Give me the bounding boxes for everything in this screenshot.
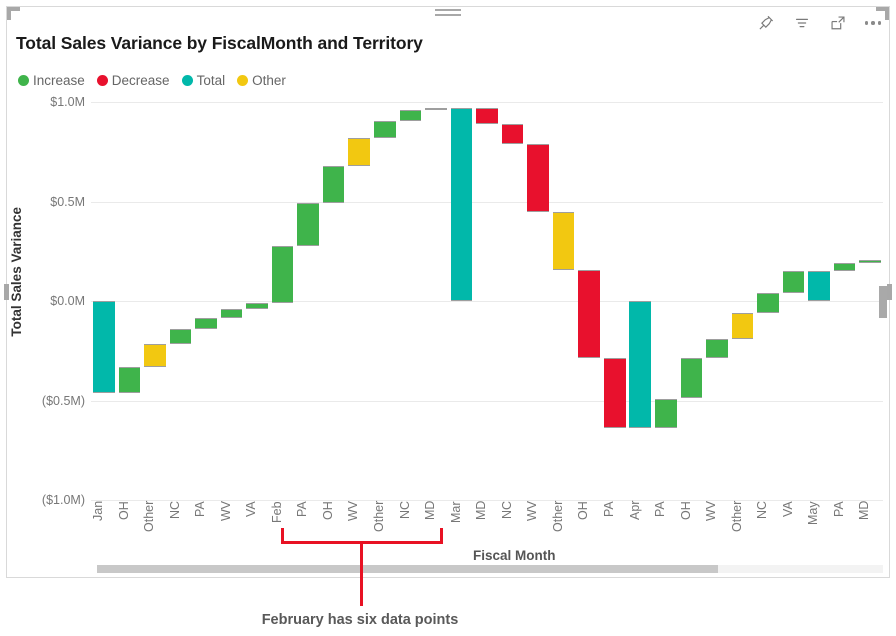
x-axis-tick-label: WV (704, 501, 719, 522)
waterfall-bar[interactable] (501, 123, 524, 144)
waterfall-bar[interactable] (757, 293, 779, 313)
x-axis-title: Fiscal Month (473, 548, 556, 563)
screenshot-root: Total Sales Variance by FiscalMonth and … (0, 0, 896, 636)
x-axis-tick-label: Jan (91, 501, 105, 522)
waterfall-bar[interactable] (808, 271, 830, 301)
horizontal-scrollbar-thumb[interactable] (97, 565, 718, 573)
x-axis-tick-label: OH (576, 501, 591, 520)
y-axis-tick-label: $1.0M (50, 95, 85, 109)
annotation-leader-line (360, 541, 363, 606)
x-axis-tick-label: MD (474, 501, 489, 521)
waterfall-bar[interactable] (348, 137, 371, 166)
x-axis-tick-label: PA (193, 501, 208, 517)
waterfall-bar[interactable] (195, 317, 217, 329)
x-axis-tick-label: Apr (627, 501, 642, 521)
horizontal-scrollbar[interactable] (97, 565, 883, 573)
waterfall-bar[interactable] (399, 109, 422, 121)
waterfall-bar[interactable] (374, 120, 396, 138)
x-axis-tick-label: NC (499, 501, 514, 520)
x-axis-tick-label: May (806, 501, 821, 525)
x-axis-tick-label: OH (678, 501, 693, 520)
waterfall-bar[interactable] (731, 312, 754, 339)
waterfall-bar[interactable] (118, 366, 141, 393)
waterfall-bar[interactable] (680, 357, 703, 399)
waterfall-bar[interactable] (706, 338, 728, 358)
x-axis-tick-label: VA (780, 501, 795, 517)
waterfall-bar[interactable] (655, 398, 677, 429)
waterfall-bar[interactable] (603, 357, 626, 429)
annotation-caption: February has six data points (261, 612, 459, 628)
x-axis-tick-label: WV (218, 501, 233, 522)
x-axis-tick-label: NC (167, 501, 182, 520)
x-axis-tick-label: WV (525, 501, 540, 522)
waterfall-bar[interactable] (476, 107, 498, 124)
x-axis-tick-label: Other (142, 501, 157, 533)
x-axis-tick-label: Mar (448, 501, 463, 523)
x-axis-tick-label: VA (244, 501, 259, 517)
plot-wrapper: $1.0M $0.5M $0.0M ($0.5M) ($1.0M) Jan OH Other… (7, 7, 891, 579)
waterfall-bar[interactable] (629, 301, 652, 429)
vertical-scrollbar-thumb[interactable] (879, 286, 887, 318)
x-axis-tick-label: MD (857, 501, 872, 521)
y-axis-tick-label: ($1.0M) (41, 493, 85, 507)
x-axis-tick-label: PA (653, 501, 668, 517)
y-axis-tick-label: ($0.5M) (41, 393, 85, 408)
waterfall-bar[interactable] (322, 165, 345, 204)
waterfall-bar[interactable] (578, 270, 600, 358)
waterfall-bar[interactable] (833, 263, 856, 272)
vertical-scrollbar[interactable] (879, 103, 887, 499)
waterfall-bar[interactable] (297, 203, 319, 247)
x-axis-tick-label: PA (601, 501, 616, 517)
waterfall-bar[interactable] (271, 246, 294, 303)
waterfall-bar[interactable] (450, 107, 473, 301)
waterfall-bar[interactable] (92, 301, 115, 393)
waterfall-bar[interactable] (144, 343, 166, 367)
y-axis-tick-label: $0.5M (50, 194, 85, 209)
visual-container: Total Sales Variance by FiscalMonth and … (4, 6, 892, 579)
gridline (91, 400, 883, 402)
waterfall-bar[interactable] (782, 271, 805, 294)
gridline (91, 102, 883, 103)
x-axis-tick-label: Other (729, 501, 744, 533)
gridline (91, 201, 883, 203)
waterfall-bar[interactable] (220, 308, 243, 318)
waterfall-bar[interactable] (246, 302, 268, 309)
waterfall-bar[interactable] (859, 260, 881, 264)
y-axis-tick-label: $0.0M (50, 294, 85, 308)
waterfall-bar[interactable] (169, 328, 192, 344)
x-axis-tick-label: PA (831, 501, 846, 517)
x-axis-tick-label: Other (550, 501, 565, 533)
x-axis-tick-labels: Jan OH Other NC PA WV VA Feb PA OH WV Other NC MD Mar M… (91, 501, 883, 547)
waterfall-bar[interactable] (527, 143, 549, 213)
x-axis-tick-label: NC (755, 501, 770, 520)
waterfall-bar[interactable] (552, 212, 575, 271)
waterfall-bar[interactable] (425, 107, 447, 110)
y-axis-tick-labels: $1.0M $0.5M $0.0M ($0.5M) ($1.0M) (7, 7, 91, 579)
plot-area[interactable] (91, 102, 883, 501)
x-axis-tick-label: OH (116, 501, 131, 520)
